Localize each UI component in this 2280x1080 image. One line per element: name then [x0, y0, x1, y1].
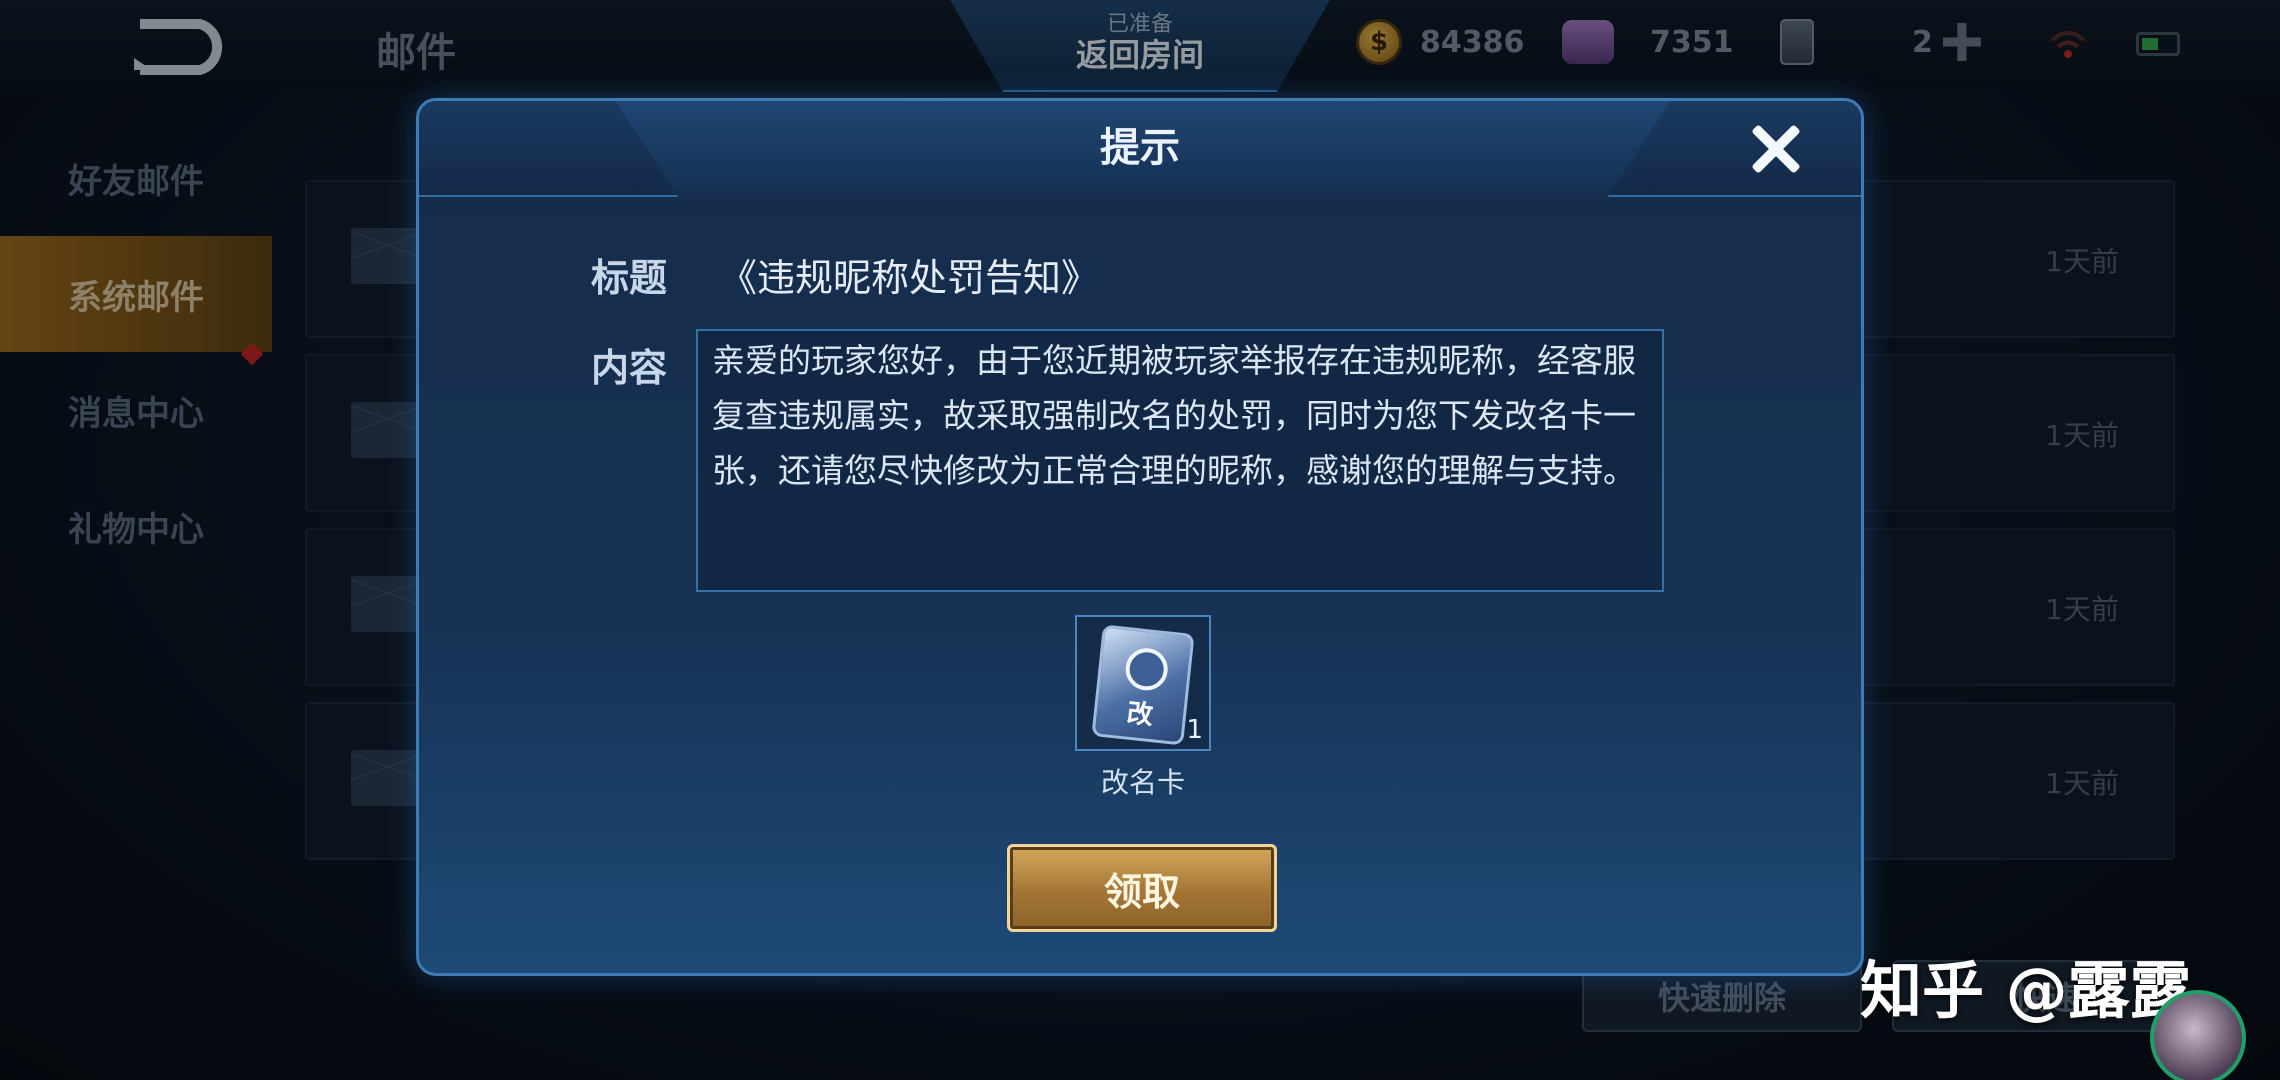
- watermark: 知乎 @露露: [1860, 954, 2192, 1027]
- dialog-header: 提示: [419, 101, 1861, 197]
- dialog-title: 提示: [1100, 125, 1180, 171]
- notice-dialog: 提示 标题 《违规昵称处罚告知》 内容 亲爱的玩家您好，由于您近期被玩家举报存在…: [416, 98, 1864, 976]
- content-text: 亲爱的玩家您好，由于您近期被玩家举报存在违规昵称，经客服复查违规属实，故采取强制…: [696, 329, 1664, 592]
- claim-button[interactable]: 领取: [1007, 844, 1277, 932]
- avatar[interactable]: [2150, 990, 2246, 1080]
- subject-value: 《违规昵称处罚告知》: [719, 256, 1100, 300]
- attachment-name: 改名卡: [1100, 766, 1185, 799]
- attachment-count: 1: [1186, 715, 1203, 745]
- attachment-slot[interactable]: 改 1: [1075, 615, 1211, 751]
- subject-label: 标题: [591, 256, 668, 300]
- card-char: 改: [1125, 698, 1155, 732]
- close-icon[interactable]: [1745, 119, 1805, 179]
- emblem-icon: [1123, 646, 1170, 693]
- content-label: 内容: [591, 346, 668, 390]
- rename-card-icon: 改: [1091, 624, 1195, 746]
